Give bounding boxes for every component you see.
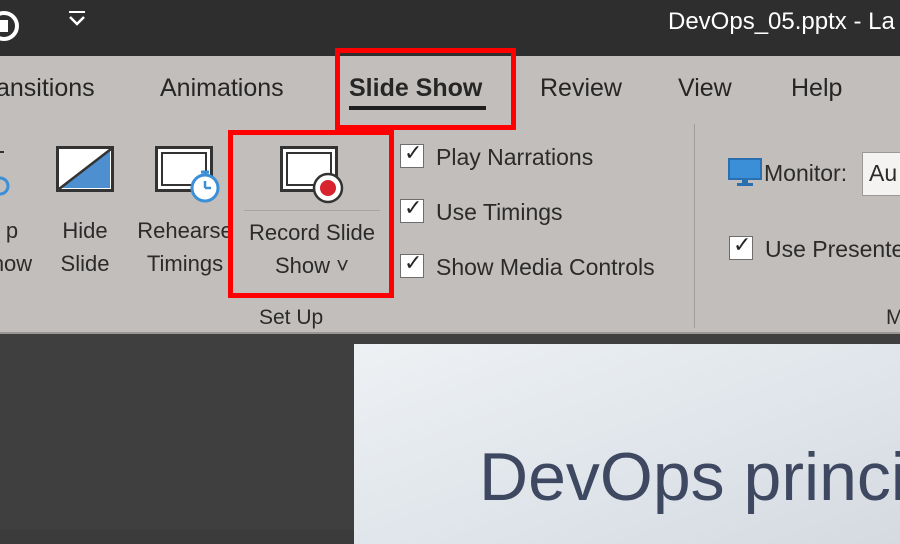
hide-slide-label[interactable]: Hide Slide	[52, 214, 118, 280]
rehearse-timings-icon[interactable]	[155, 146, 223, 211]
use-timings-label[interactable]: Use Timings	[436, 199, 563, 226]
setup-slideshow-icon[interactable]	[0, 144, 14, 219]
slide-title[interactable]: DevOps princip	[479, 438, 900, 516]
use-presenter-view-checkbox[interactable]: ✓	[729, 233, 753, 260]
show-media-controls-label[interactable]: Show Media Controls	[436, 254, 655, 281]
tab-transitions[interactable]: ansitions	[0, 74, 95, 103]
tab-help[interactable]: Help	[791, 74, 842, 103]
tab-view[interactable]: View	[678, 74, 732, 103]
group-label-setup: Set Up	[259, 306, 324, 329]
monitor-label: Monitor:	[764, 160, 848, 186]
window-title: DevOps_05.pptx - La	[668, 8, 895, 35]
tab-animations[interactable]: Animations	[160, 74, 284, 103]
highlight-box-record-slide-show	[228, 130, 394, 298]
highlight-box-slide-show-tab	[335, 48, 516, 130]
use-presenter-view-label[interactable]: Use Presente	[765, 236, 900, 263]
group-separator	[694, 124, 695, 328]
customize-qat-icon[interactable]	[64, 6, 90, 37]
monitor-select-value: Au	[869, 160, 898, 186]
show-media-controls-checkbox[interactable]: ✓	[400, 251, 424, 278]
autosave-icon[interactable]	[0, 4, 26, 53]
hide-slide-icon[interactable]	[56, 146, 116, 199]
use-timings-checkbox[interactable]: ✓	[400, 196, 424, 223]
setup-slideshow-label[interactable]: p how	[0, 214, 42, 280]
play-narrations-checkbox[interactable]: ✓	[400, 141, 424, 168]
monitor-select[interactable]: Au	[862, 152, 900, 196]
rehearse-timings-label[interactable]: Rehearse Timings	[130, 214, 240, 280]
tab-review[interactable]: Review	[540, 74, 622, 103]
play-narrations-label[interactable]: Play Narrations	[436, 144, 593, 171]
ribbon: p how Hide Slide Rehearse Timings Record	[0, 124, 900, 334]
monitor-icon	[728, 158, 764, 193]
group-label-monitors: M	[886, 306, 900, 329]
